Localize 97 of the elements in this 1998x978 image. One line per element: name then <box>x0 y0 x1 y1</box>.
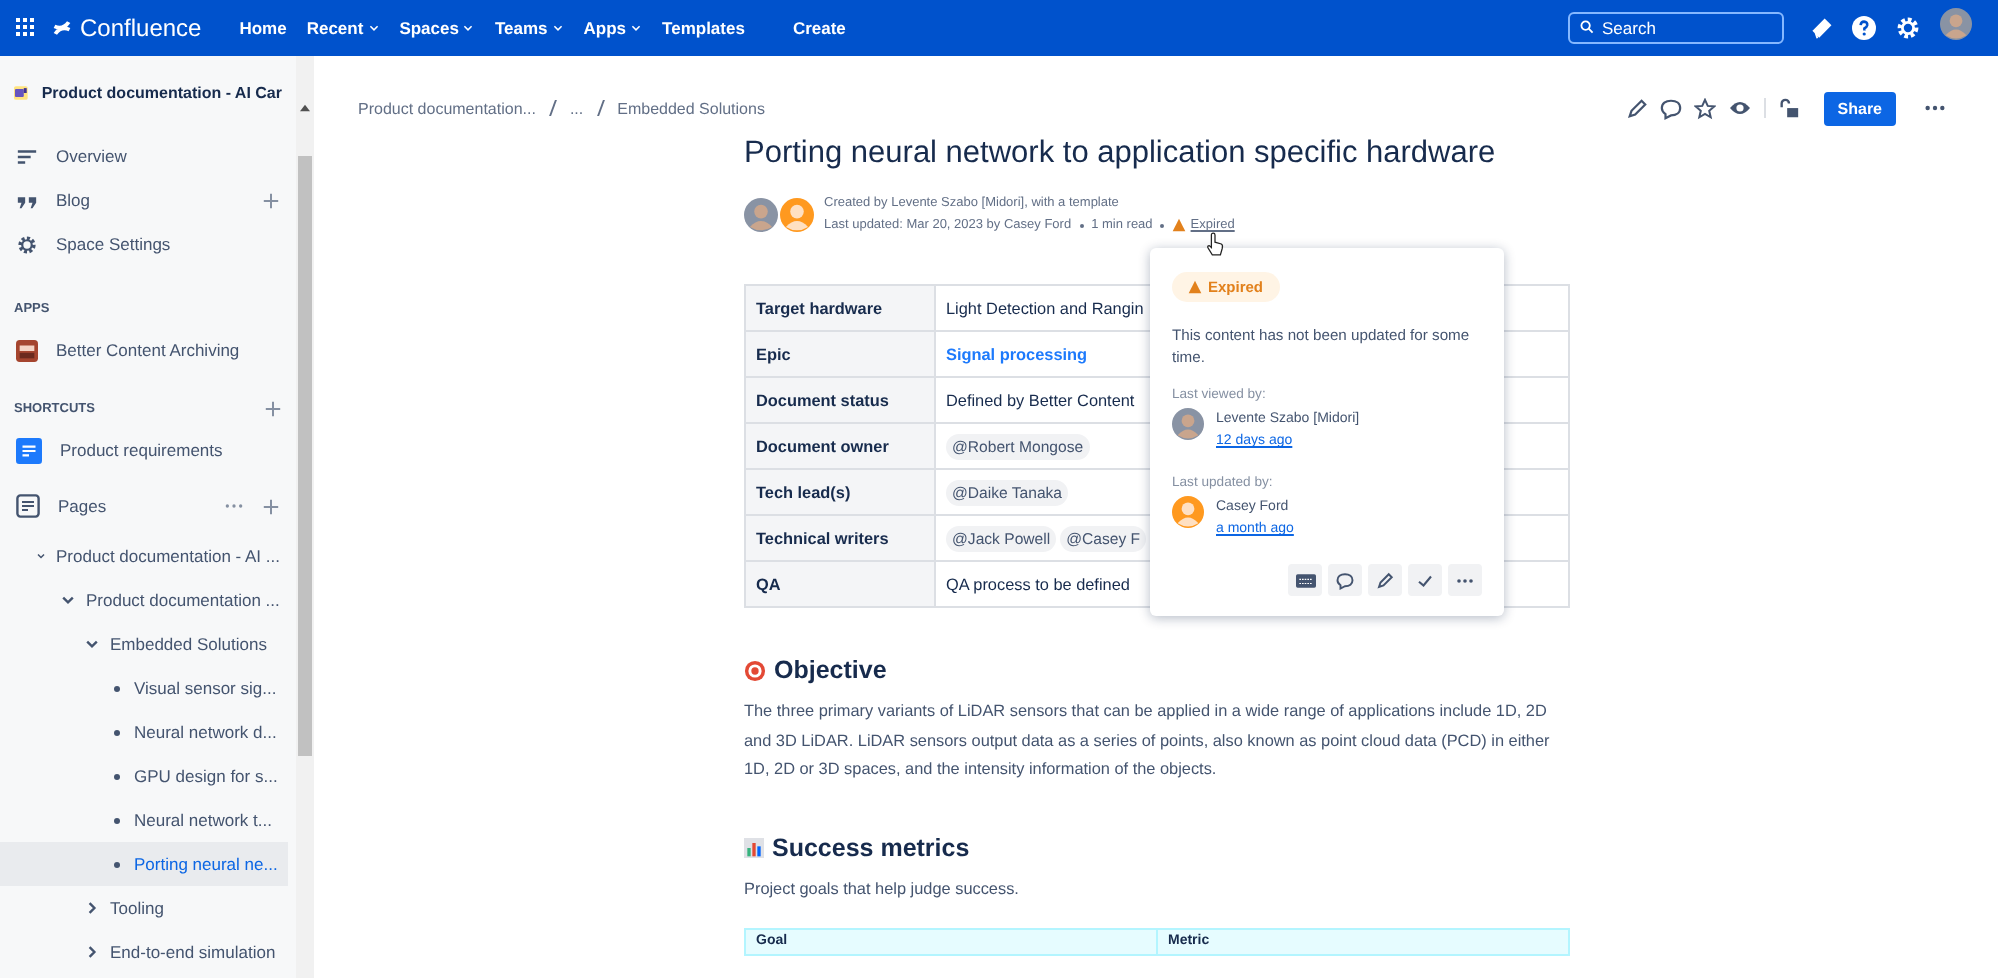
caret-icon <box>367 22 380 34</box>
keyboard-icon <box>1295 573 1315 587</box>
page-tree-item[interactable]: Product documentation - AI ... <box>0 534 288 578</box>
scroll-up-icon[interactable] <box>300 104 310 112</box>
page-tree-item[interactable]: End-to-end simulation <box>0 930 288 974</box>
target-icon <box>744 659 766 681</box>
edit-icon[interactable] <box>1625 97 1648 119</box>
warning-icon <box>1188 280 1202 294</box>
comment-button[interactable] <box>1328 564 1362 596</box>
chevron-icon[interactable] <box>84 636 100 652</box>
chevron-icon[interactable] <box>60 592 76 608</box>
eye-icon[interactable] <box>1727 96 1752 120</box>
nav-menu[interactable]: Home <box>229 12 297 44</box>
avatar-icon <box>1172 496 1204 528</box>
property-label: QA <box>745 561 935 607</box>
avatar-icon <box>1940 7 1972 39</box>
more-icon <box>1456 577 1474 583</box>
section-text: Project goals that help judge success. <box>744 877 1021 902</box>
document-icon <box>16 437 42 463</box>
breadcrumb-link[interactable]: Embedded Solutions <box>617 99 765 117</box>
property-label: Tech lead(s) <box>745 469 935 515</box>
separator-icon <box>1079 223 1084 227</box>
page-tree-item[interactable]: Neural network d... <box>0 710 288 754</box>
sidebar-item[interactable]: Overview <box>0 134 296 178</box>
scrollbar-thumb[interactable] <box>298 156 312 756</box>
create-button[interactable]: Create <box>782 12 856 44</box>
nav-menu[interactable]: Teams <box>484 12 574 44</box>
sidebar-item[interactable]: Pages <box>0 478 296 534</box>
page-tree-item[interactable]: Neural network t... <box>0 798 288 842</box>
nav-menu[interactable]: Recent <box>296 12 390 44</box>
property-label: Document status <box>745 377 935 423</box>
edit-icon <box>1376 571 1394 589</box>
plus-icon[interactable] <box>262 191 280 209</box>
space-icon <box>14 80 28 106</box>
product-name[interactable]: Confluence <box>80 14 202 42</box>
edit-button[interactable] <box>1368 564 1402 596</box>
epic-link[interactable]: Signal processing <box>946 345 1088 363</box>
caret-icon <box>630 22 643 34</box>
pages-icon <box>16 494 40 518</box>
warning-icon <box>1172 218 1187 232</box>
page-tree-item[interactable]: Visual sensor sig... <box>0 666 288 710</box>
app-switcher-icon[interactable] <box>16 18 36 38</box>
plus-icon[interactable] <box>264 399 282 417</box>
archive-icon <box>16 339 38 361</box>
breadcrumb-link[interactable]: Product documentation... <box>358 99 536 117</box>
breadcrumb-link[interactable]: ... <box>569 99 584 117</box>
settings-icon <box>16 233 38 255</box>
chevron-icon[interactable] <box>84 900 100 916</box>
nav-menu[interactable]: Spaces <box>389 12 485 44</box>
property-label: Target hardware <box>745 285 935 331</box>
section-heading: Objective <box>774 656 887 684</box>
nav-menu[interactable]: Apps <box>573 12 653 44</box>
space-name[interactable]: Product documentation - AI Car <box>41 84 282 102</box>
spellcheck-button[interactable] <box>1288 564 1322 596</box>
property-label: Epic <box>745 331 935 377</box>
logo-icon[interactable] <box>52 18 72 38</box>
page-tree-item[interactable]: Embedded Solutions <box>0 622 288 666</box>
property-label: Technical writers <box>745 515 935 561</box>
comment-icon[interactable] <box>1659 97 1682 119</box>
section-heading: Success metrics <box>772 833 970 861</box>
separator-icon <box>549 99 557 115</box>
lines-icon <box>16 145 38 167</box>
property-label: Document owner <box>745 423 935 469</box>
more-icon[interactable] <box>1924 104 1946 112</box>
help-icon[interactable] <box>1852 16 1876 40</box>
check-icon <box>1416 571 1434 589</box>
sidebar-item[interactable]: Better Content Archiving <box>0 322 296 378</box>
page-title: Porting neural network to application specific hardware <box>744 136 1498 172</box>
avatar-icon <box>744 197 778 231</box>
sidebar-item[interactable]: Blog <box>0 178 296 222</box>
more-button[interactable] <box>1448 564 1482 596</box>
nav-menu[interactable]: Templates <box>652 12 755 44</box>
share-button[interactable]: Share <box>1823 91 1896 125</box>
bar-chart-icon <box>744 837 764 857</box>
chevron-icon[interactable] <box>84 944 100 960</box>
search-field[interactable]: Search <box>1568 12 1784 44</box>
sidebar-item[interactable]: Space Settings <box>0 222 296 266</box>
plus-icon[interactable] <box>262 497 280 515</box>
sidebar-item[interactable]: Product requirements <box>0 422 296 478</box>
star-icon[interactable] <box>1693 97 1716 119</box>
avatar-icon <box>1172 408 1204 440</box>
caret-icon <box>551 22 564 34</box>
avatar-icon <box>780 197 814 231</box>
separator-icon <box>1160 223 1165 227</box>
page-tree-item[interactable]: Product documentation ... <box>0 578 288 622</box>
page-tree-item[interactable]: Porting neural ne... <box>0 842 288 886</box>
unlock-icon[interactable] <box>1777 97 1800 119</box>
page-tree-item[interactable]: GPU design for s... <box>0 754 288 798</box>
page-tree-item[interactable]: Tooling <box>0 886 288 930</box>
caret-icon <box>462 22 475 34</box>
search-icon <box>1580 20 1594 34</box>
chevron-icon[interactable] <box>36 548 47 564</box>
settings-icon[interactable] <box>1896 16 1920 40</box>
section-text: The three primary variants of LiDAR sensors that can be applied in a wide range of applications include 1D, 2D and 3D LiDAR. LiDAR sensors output data as a series of points, also known as point cloud data (PCD) in either 1D, 2D or 3D spaces, and the intensity information of the objects. <box>744 700 1552 782</box>
confirm-button[interactable] <box>1408 564 1442 596</box>
comment-icon <box>1336 571 1354 589</box>
separator-icon <box>596 99 605 115</box>
